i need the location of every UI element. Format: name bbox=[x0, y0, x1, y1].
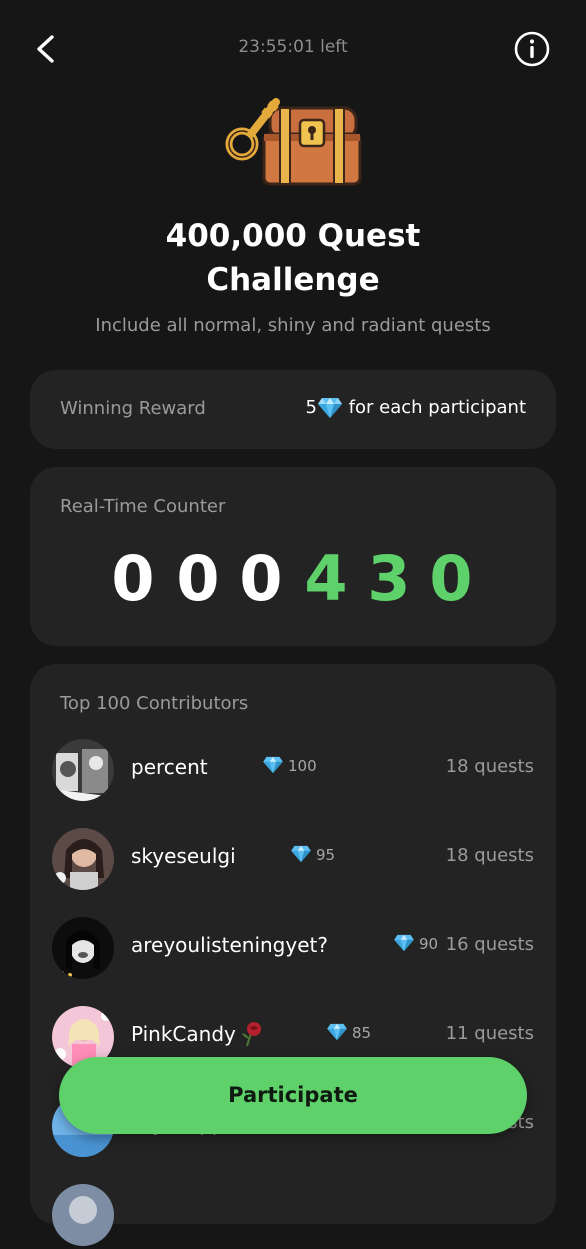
title-line-1: 400,000 Quest bbox=[165, 218, 421, 254]
counter-digit: 0 bbox=[429, 542, 473, 615]
contributors-title: Top 100 Contributors bbox=[60, 693, 249, 714]
time-left-text: 23:55:01 left bbox=[238, 37, 348, 57]
page-subtitle: Include all normal, shiny and radiant qu… bbox=[95, 315, 491, 336]
treasure-chest-key-icon bbox=[225, 98, 362, 186]
avatar[interactable] bbox=[52, 828, 114, 890]
counter-digit: 0 bbox=[239, 542, 283, 615]
gem-count: 95 bbox=[316, 846, 336, 864]
counter-digit: 3 bbox=[367, 542, 411, 615]
page-title: 400,000 Quest Challenge bbox=[0, 214, 586, 302]
reward-label: Winning Reward bbox=[60, 398, 206, 419]
contributor-row[interactable]: areyoulisteningyet? 90 16 quests bbox=[52, 912, 534, 982]
counter-digit: 0 bbox=[176, 542, 220, 615]
diamond-icon bbox=[327, 1023, 347, 1041]
gem-count: 85 bbox=[352, 1024, 372, 1042]
diamond-icon bbox=[317, 398, 342, 418]
avatar[interactable] bbox=[52, 917, 114, 979]
top-contributors-card: Top 100 Contributors percent 100 18 ques… bbox=[30, 664, 556, 1246]
quest-count: 11 quests bbox=[445, 1023, 534, 1044]
quest-count: 18 quests bbox=[445, 845, 534, 866]
top-bar: 23:55:01 left bbox=[0, 0, 586, 96]
counter-label: Real-Time Counter bbox=[60, 496, 226, 517]
reward-suffix: for each participant bbox=[342, 397, 526, 418]
diamond-icon bbox=[394, 934, 414, 952]
contributor-name: areyoulisteningyet? bbox=[131, 933, 328, 957]
diamond-icon bbox=[291, 845, 311, 863]
real-time-counter-card: Real-Time Counter 0 0 0 4 3 0 bbox=[30, 467, 556, 646]
winning-reward-card: Winning Reward 5 for each participant bbox=[30, 370, 556, 449]
title-line-2: Challenge bbox=[206, 262, 380, 298]
gem-count: 100 bbox=[288, 757, 317, 775]
contributor-name: percent bbox=[131, 755, 208, 779]
counter-digit: 4 bbox=[304, 542, 348, 615]
counter-digit: 0 bbox=[111, 542, 155, 615]
avatar[interactable] bbox=[52, 739, 114, 801]
gem-badge: 90 bbox=[393, 934, 439, 953]
gem-count: 90 bbox=[419, 935, 439, 953]
quest-count: 16 quests bbox=[445, 934, 534, 955]
contributor-row[interactable] bbox=[52, 1179, 534, 1249]
reward-value: 5 for each participant bbox=[305, 397, 526, 419]
contributor-name: PinkCandy bbox=[131, 1021, 265, 1047]
rose-icon bbox=[241, 1021, 261, 1046]
contributor-name-text: PinkCandy bbox=[131, 1022, 236, 1046]
participate-button[interactable]: Participate bbox=[59, 1057, 527, 1134]
gem-badge: 100 bbox=[262, 756, 317, 775]
contributor-row[interactable]: skyeseulgi 95 18 quests bbox=[52, 823, 534, 893]
counter-digits: 0 0 0 4 3 0 bbox=[100, 539, 520, 619]
gem-badge: 95 bbox=[290, 845, 336, 864]
contributor-row[interactable]: percent 100 18 quests bbox=[52, 734, 534, 804]
quest-count: 18 quests bbox=[445, 756, 534, 777]
reward-amount: 5 bbox=[305, 397, 317, 418]
info-icon[interactable] bbox=[513, 30, 551, 68]
diamond-icon bbox=[263, 756, 283, 774]
contributor-name: skyeseulgi bbox=[131, 844, 236, 868]
avatar[interactable] bbox=[52, 1184, 114, 1246]
gem-badge: 85 bbox=[326, 1023, 372, 1042]
